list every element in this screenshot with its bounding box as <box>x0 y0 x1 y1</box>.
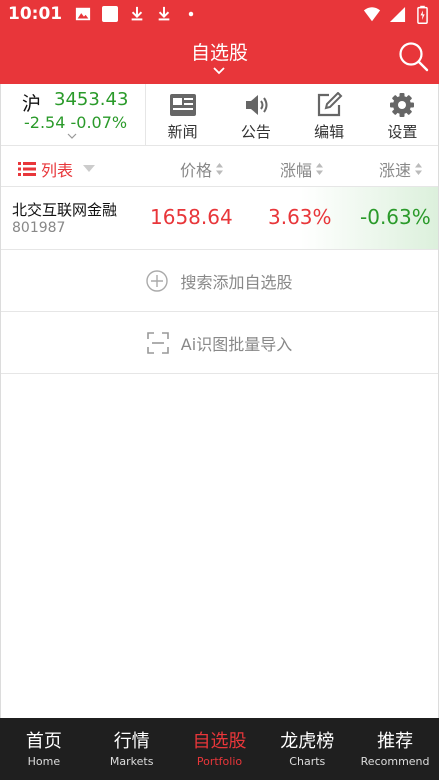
frame-border-left <box>0 84 1 718</box>
search-add-button[interactable]: 搜索添加自选股 <box>0 250 439 312</box>
list-view-toggle[interactable]: 列表 <box>18 157 96 181</box>
toolbar: 新闻 公告 编辑 设置 <box>146 84 439 145</box>
battery-icon <box>413 5 431 24</box>
download-icon <box>128 5 146 23</box>
column-header-row: 列表 价格 涨幅 涨速 <box>0 146 439 187</box>
pct-column-label: 涨幅 <box>280 161 313 180</box>
index-value: 3453.43 <box>54 89 129 110</box>
stock-price: 1658.64 <box>150 205 233 229</box>
news-label: 新闻 <box>167 123 198 141</box>
app-header: 自选股 <box>0 28 439 84</box>
nav-portfolio-label: 自选股 <box>192 730 247 752</box>
pct-column-sort[interactable]: 涨幅 <box>280 157 324 181</box>
list-icon <box>18 162 36 176</box>
chevron-down-icon[interactable] <box>212 66 226 76</box>
speaker-icon <box>245 95 268 115</box>
nav-recommend-label: 推荐 <box>377 730 414 752</box>
price-column-label: 价格 <box>180 161 213 180</box>
nav-charts[interactable]: 龙虎榜 Charts <box>263 718 351 780</box>
scan-icon <box>146 331 169 354</box>
stock-change-pct: 3.63% <box>268 205 332 229</box>
market-index-widget[interactable]: 沪 3453.43 -2.54 -0.07% <box>0 84 146 146</box>
chevron-down-icon[interactable] <box>67 133 77 140</box>
signal-icon <box>388 5 406 23</box>
index-change-points: -2.54 <box>24 113 66 132</box>
stock-speed: -0.63% <box>360 205 431 229</box>
image-icon <box>74 5 92 23</box>
ai-import-label: Ai识图批量导入 <box>180 334 293 354</box>
page-title[interactable]: 自选股 <box>0 38 439 65</box>
list-label: 列表 <box>41 161 74 180</box>
wifi-icon <box>363 5 381 23</box>
nav-markets-label: 行情 <box>113 730 150 752</box>
speed-column-sort[interactable]: 涨速 <box>379 157 423 181</box>
price-column-sort[interactable]: 价格 <box>180 157 224 181</box>
nav-home-sublabel: Home <box>27 754 61 768</box>
news-icon <box>169 94 196 116</box>
index-name: 沪 <box>22 93 42 115</box>
search-add-label: 搜索添加自选股 <box>180 272 293 292</box>
edit-icon <box>318 92 343 117</box>
nav-charts-sublabel: Charts <box>289 754 326 768</box>
index-toolbar-row: 沪 3453.43 -2.54 -0.07% 新闻 公告 编辑 设置 <box>0 84 439 146</box>
news-button[interactable]: 新闻 <box>146 84 219 145</box>
nav-portfolio-sublabel: Portfolio <box>196 754 243 768</box>
system-icons <box>363 5 431 24</box>
nav-markets[interactable]: 行情 Markets <box>88 718 176 780</box>
caret-down-icon <box>83 165 96 172</box>
bottom-nav: 首页 Home 行情 Markets 自选股 Portfolio 龙虎榜 Cha… <box>0 718 439 780</box>
index-change: -2.54 -0.07% <box>24 113 127 132</box>
app-square-icon <box>101 5 119 23</box>
nav-home[interactable]: 首页 Home <box>0 718 88 780</box>
nav-markets-sublabel: Markets <box>109 754 154 768</box>
notification-icons <box>74 5 200 23</box>
ai-import-button[interactable]: Ai识图批量导入 <box>0 312 439 374</box>
nav-recommend-sublabel: Recommend <box>360 754 430 768</box>
status-bar: 10:01 <box>0 0 439 28</box>
dot-icon <box>182 5 200 23</box>
nav-portfolio[interactable]: 自选股 Portfolio <box>176 718 264 780</box>
table-row[interactable]: 北交互联网金融 801987 1658.64 3.63% -0.63% <box>0 187 439 250</box>
index-change-pct: -0.07% <box>70 113 128 132</box>
sort-icon <box>216 163 224 175</box>
nav-charts-label: 龙虎榜 <box>280 730 335 752</box>
sort-icon <box>316 163 324 175</box>
nav-recommend[interactable]: 推荐 Recommend <box>351 718 439 780</box>
stock-code: 801987 <box>12 220 66 236</box>
edit-button[interactable]: 编辑 <box>293 84 366 145</box>
status-time: 10:01 <box>8 4 63 24</box>
search-icon[interactable] <box>397 40 429 72</box>
settings-label: 设置 <box>387 123 418 141</box>
sort-icon <box>415 163 423 175</box>
gear-icon <box>390 93 415 117</box>
stock-name: 北交互联网金融 <box>12 201 118 219</box>
edit-label: 编辑 <box>314 123 345 141</box>
settings-button[interactable]: 设置 <box>366 84 439 145</box>
download-icon <box>155 5 173 23</box>
announcement-label: 公告 <box>240 123 271 141</box>
plus-circle-icon <box>146 269 169 292</box>
announcement-button[interactable]: 公告 <box>219 84 292 145</box>
speed-column-label: 涨速 <box>379 161 412 180</box>
nav-home-label: 首页 <box>25 730 62 752</box>
